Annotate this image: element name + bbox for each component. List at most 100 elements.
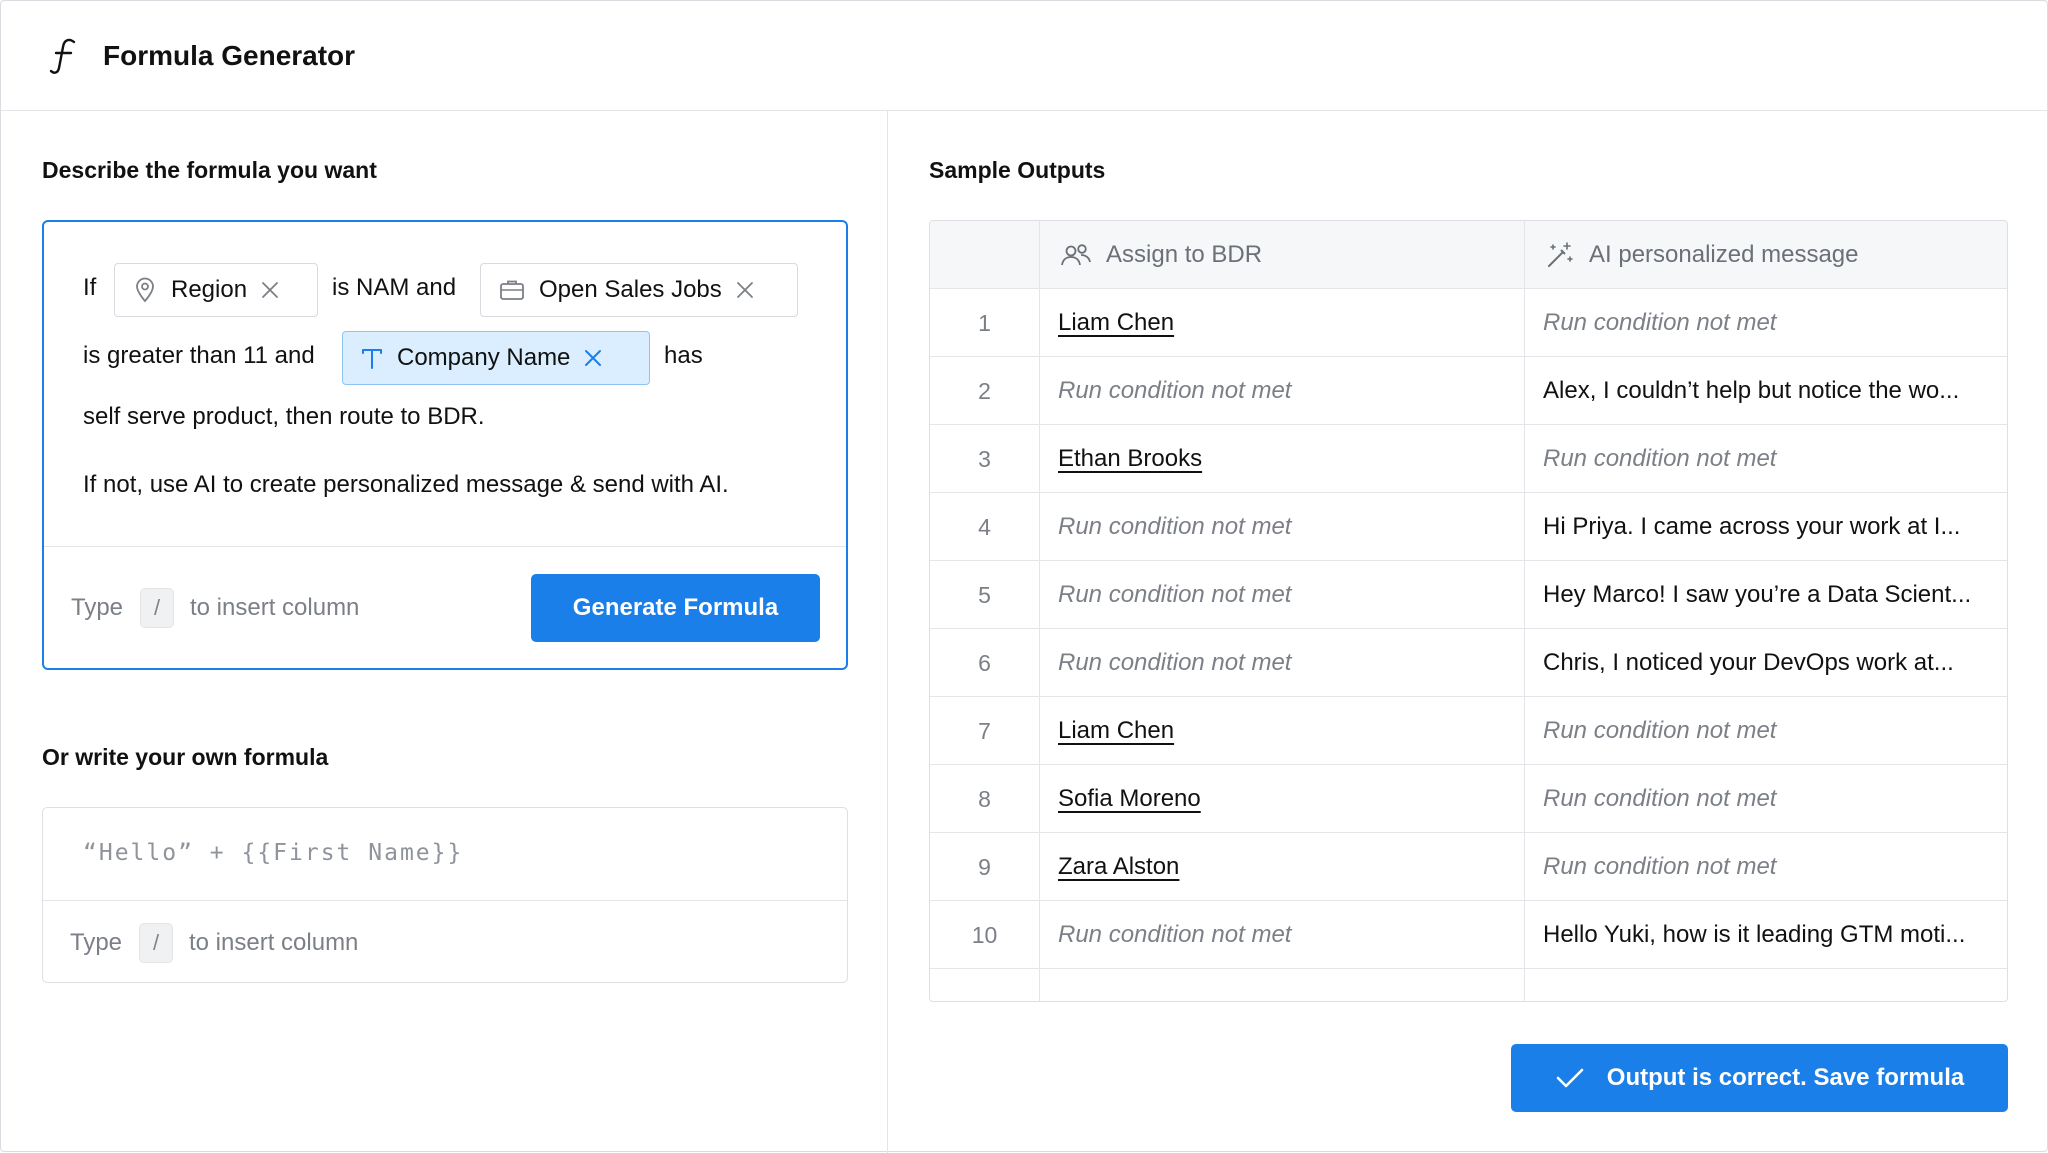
own-formula-input[interactable]: “Hello” + {{First Name}} <box>43 808 847 901</box>
table-row[interactable]: 3 Ethan Brooks Run condition not met <box>930 425 2007 493</box>
pane-divider <box>887 111 888 1153</box>
row-number: 4 <box>978 513 991 540</box>
row-number: 10 <box>971 921 998 948</box>
ai-message-text: Hi Priya. I came across your work at I..… <box>1543 513 1961 540</box>
text-greater-than: is greater than 11 and <box>83 342 315 369</box>
sample-outputs-table: Assign to BDR AI personalized message 1 L… <box>929 220 2008 1002</box>
ai-message-cell: Alex, I couldn’t help but notice the wo.… <box>1543 357 1993 425</box>
assign-bdr-cell: Run condition not met <box>1058 357 1291 425</box>
chip-region[interactable]: Region <box>114 263 318 317</box>
users-icon <box>1060 242 1092 268</box>
assign-bdr-cell: Run condition not met <box>1058 629 1291 697</box>
own-formula-box[interactable]: “Hello” + {{First Name}} Type / to inser… <box>42 807 848 983</box>
magic-wand-icon <box>1545 241 1575 269</box>
chip-open-sales-jobs[interactable]: Open Sales Jobs <box>480 263 798 317</box>
chip-region-label: Region <box>171 276 248 303</box>
ai-message-cell: Hey Marco! I saw you’re a Data Scient... <box>1543 561 1993 629</box>
table-row[interactable]: 5 Run condition not met Hey Marco! I saw y… <box>930 561 2007 629</box>
page-title: Formula Generator <box>103 39 356 71</box>
ai-message-text: Run condition not met <box>1543 309 1777 336</box>
row-number: 5 <box>978 581 991 608</box>
row-number: 1 <box>978 309 991 336</box>
map-pin-icon <box>133 277 157 303</box>
text-type-icon <box>361 346 383 370</box>
chip-company-name-label: Company Name <box>397 344 571 371</box>
slash-key: / <box>140 588 174 628</box>
ai-message-text: Chris, I noticed your DevOps work at... <box>1543 649 1954 676</box>
text-if: If <box>83 274 97 301</box>
ai-message-cell: Run condition not met <box>1543 833 1993 901</box>
bdr-cell-not-met: Run condition not met <box>1058 649 1292 676</box>
row-number: 3 <box>978 445 991 472</box>
column-header-assign-to-bdr[interactable]: Assign to BDR <box>1060 221 1262 289</box>
assign-bdr-cell: Sofia Moreno <box>1058 765 1201 833</box>
table-row[interactable]: 8 Sofia Moreno Run condition not met <box>930 765 2007 833</box>
text-is-nam-and: is NAM and <box>332 274 457 301</box>
text-line-4: If not, use AI to create personalized me… <box>83 471 729 498</box>
ai-message-text: Run condition not met <box>1543 785 1777 812</box>
save-formula-button[interactable]: Output is correct. Save formula <box>1511 1044 2008 1112</box>
bdr-cell-not-met: Run condition not met <box>1058 513 1292 540</box>
row-number: 6 <box>978 649 991 676</box>
function-icon <box>47 34 81 78</box>
chip-open-sales-jobs-label: Open Sales Jobs <box>539 276 722 303</box>
app-window: Formula Generator Describe the formula y… <box>0 0 2048 1153</box>
ai-message-cell: Run condition not met <box>1543 765 1993 833</box>
ai-message-cell: Hi Priya. I came across your work at I..… <box>1543 493 1993 561</box>
assign-bdr-cell: Run condition not met <box>1058 901 1291 969</box>
ai-message-text: Alex, I couldn’t help but notice the wo.… <box>1543 377 1960 404</box>
bdr-name-link[interactable]: Liam Chen <box>1058 309 1174 337</box>
hint-type: Type <box>71 594 124 621</box>
row-number: 9 <box>978 853 991 880</box>
remove-chip-company-name-close-icon[interactable] <box>584 349 602 367</box>
check-icon <box>1555 1066 1585 1090</box>
ai-message-cell: Chris, I noticed your DevOps work at... <box>1543 629 1993 697</box>
table-row[interactable]: 7 Liam Chen Run condition not met <box>930 697 2007 765</box>
remove-chip-region-close-icon[interactable] <box>261 281 279 299</box>
assign-bdr-cell: Zara Alston <box>1058 833 1179 901</box>
row-number: 2 <box>978 377 991 404</box>
ai-message-text: Hello Yuki, how is it leading GTM moti..… <box>1543 921 1966 948</box>
table-row[interactable]: 6 Run condition not met Chris, I noticed y… <box>930 629 2007 697</box>
bdr-cell-not-met: Run condition not met <box>1058 921 1292 948</box>
text-has: has <box>664 342 703 369</box>
own-hint-type: Type <box>70 929 123 956</box>
table-row[interactable]: 2 Run condition not met Alex, I couldn’t h… <box>930 357 2007 425</box>
assign-bdr-cell: Run condition not met <box>1058 493 1291 561</box>
column-header-label: Assign to BDR <box>1106 241 1263 268</box>
briefcase-icon <box>499 278 525 302</box>
assign-bdr-cell: Liam Chen <box>1058 697 1174 765</box>
bdr-cell-not-met: Run condition not met <box>1058 377 1292 404</box>
text-line-3: self serve product, then route to BDR. <box>83 403 485 430</box>
column-header-label: AI personalized message <box>1589 241 1859 268</box>
assign-bdr-cell: Run condition not met <box>1058 561 1291 629</box>
bdr-name-link[interactable]: Liam Chen <box>1058 717 1174 745</box>
describe-label: Describe the formula you want <box>42 157 377 183</box>
column-divider <box>1524 221 1525 1001</box>
ai-message-cell: Run condition not met <box>1543 697 1993 765</box>
formula-description-input[interactable]: If Region is NAM and Open Sales Jobs is … <box>44 222 846 547</box>
own-formula-label: Or write your own formula <box>42 744 329 770</box>
column-header-ai-message[interactable]: AI personalized message <box>1545 221 1858 289</box>
table-row[interactable]: 9 Zara Alston Run condition not met <box>930 833 2007 901</box>
own-formula-placeholder: “Hello” + {{First Name}} <box>83 840 464 866</box>
bdr-name-link[interactable]: Zara Alston <box>1058 853 1179 881</box>
row-number: 7 <box>978 717 991 744</box>
table-row[interactable]: 10 Run condition not met Hello Yuki, how i… <box>930 901 2007 969</box>
ai-message-text: Run condition not met <box>1543 717 1777 744</box>
bdr-name-link[interactable]: Sofia Moreno <box>1058 785 1201 813</box>
own-slash-key: / <box>139 923 173 963</box>
row-number: 8 <box>978 785 991 812</box>
generate-formula-button[interactable]: Generate Formula <box>531 574 820 642</box>
ai-message-text: Run condition not met <box>1543 853 1777 880</box>
table-header: Assign to BDR AI personalized message <box>930 221 2007 289</box>
bdr-name-link[interactable]: Ethan Brooks <box>1058 445 1202 473</box>
ai-message-text: Run condition not met <box>1543 445 1777 472</box>
remove-chip-open-sales-jobs-close-icon[interactable] <box>736 281 754 299</box>
table-row[interactable]: 4 Run condition not met Hi Priya. I came a… <box>930 493 2007 561</box>
own-hint-insert-column: to insert column <box>189 929 359 956</box>
chip-company-name[interactable]: Company Name <box>342 331 650 385</box>
table-row[interactable]: 1 Liam Chen Run condition not met <box>930 289 2007 357</box>
ai-message-cell: Run condition not met <box>1543 425 1993 493</box>
save-formula-label: Output is correct. Save formula <box>1606 1064 1965 1091</box>
